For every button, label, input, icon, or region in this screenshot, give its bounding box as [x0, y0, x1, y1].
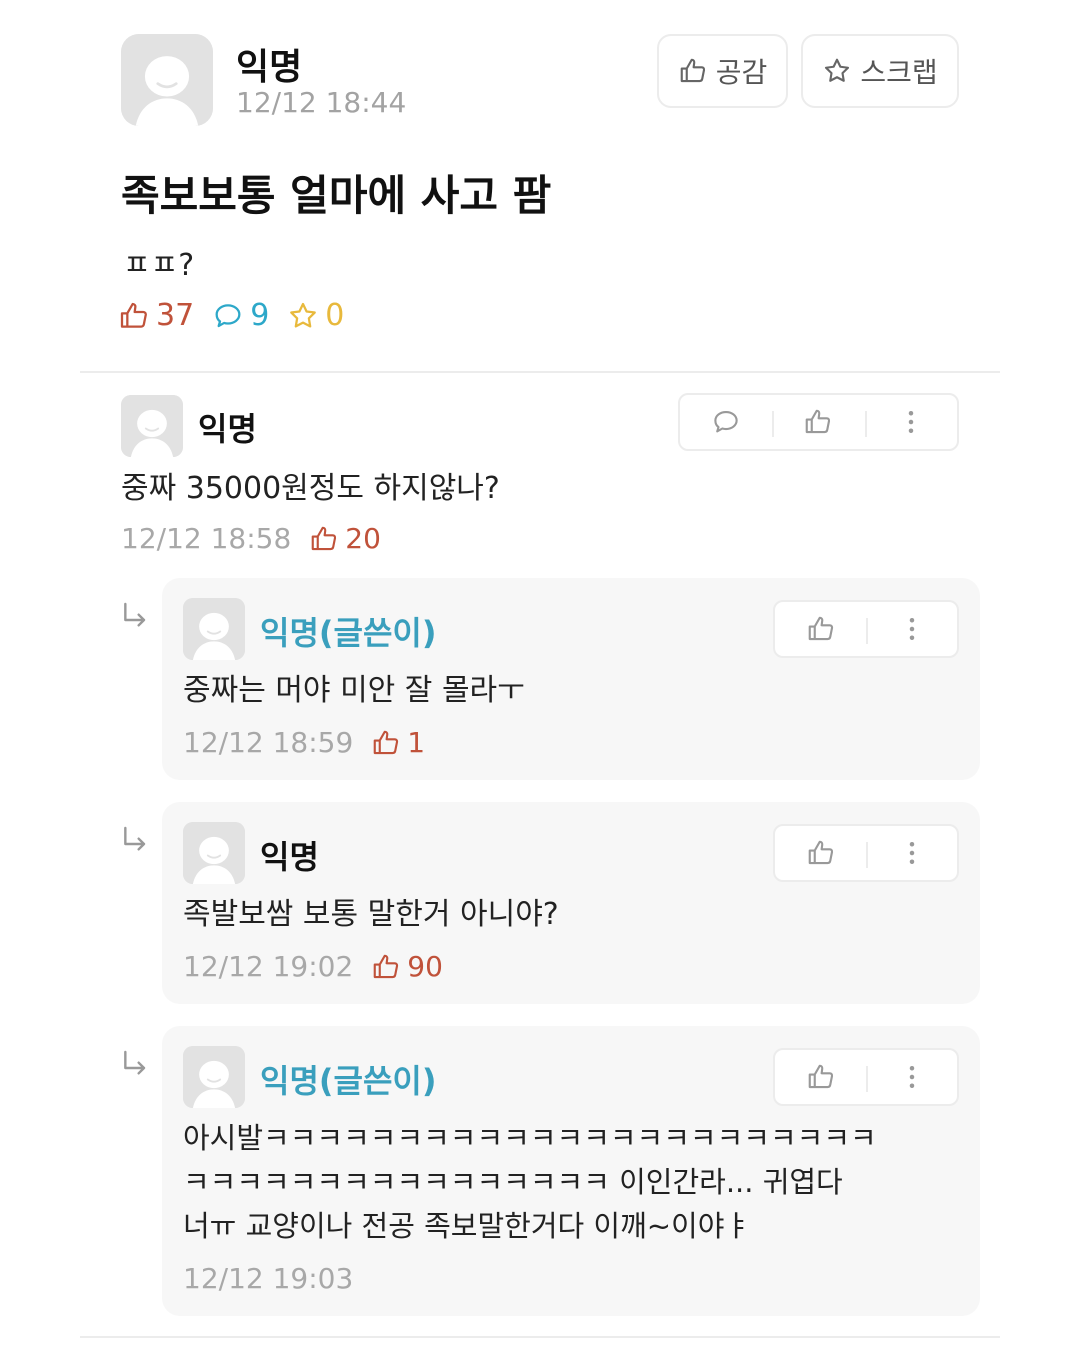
- comment-like-button[interactable]: [772, 395, 864, 449]
- reply-avatar: [183, 598, 245, 660]
- thumbs-up-icon: [806, 1062, 836, 1092]
- reply-like-stat: 90: [371, 950, 443, 983]
- thumbs-up-icon: [806, 614, 836, 644]
- reply-action-bar: [773, 824, 959, 882]
- reply-author: 익명(글쓴이): [260, 614, 437, 652]
- post-like-count: 37: [156, 298, 195, 333]
- thumbs-up-icon: [309, 524, 339, 554]
- reply-like-stat: 1: [371, 726, 425, 759]
- reply-more-button[interactable]: [866, 826, 957, 880]
- comment-more-button[interactable]: [864, 395, 957, 449]
- bottom-divider: [80, 1336, 1000, 1338]
- avatar-icon: [183, 1046, 245, 1108]
- post-divider: [80, 371, 1000, 373]
- reply-action-bar: [773, 600, 959, 658]
- reply-like-count: 90: [407, 950, 443, 983]
- post-body: ㅍㅍ?: [123, 248, 195, 283]
- avatar-icon: [183, 598, 245, 660]
- reply-text-line: 너ㅠ 교양이나 전공 족보말한거다 이깨~이야ㅑ: [183, 1209, 752, 1243]
- reply-like-button[interactable]: [775, 826, 866, 880]
- comment-reply-button[interactable]: [680, 395, 772, 449]
- comment-meta: 12/12 18:58 20: [121, 522, 381, 555]
- thumbs-up-icon: [678, 56, 708, 86]
- more-vertical-icon: [897, 1062, 927, 1092]
- post-timestamp: 12/12 18:44: [236, 86, 407, 119]
- post-author-avatar: [121, 34, 213, 126]
- comment-author: 익명: [198, 410, 257, 448]
- thumbs-up-icon: [371, 728, 401, 758]
- reply-meta: 12/12 18:59 1: [183, 726, 425, 759]
- reply-arrow-icon: [120, 600, 152, 632]
- comment-avatar: [121, 395, 183, 457]
- reply-like-button[interactable]: [775, 1050, 866, 1104]
- avatar-icon: [121, 34, 213, 126]
- post-like-button-label: 공감: [715, 56, 768, 89]
- reply-arrow-icon: [120, 1048, 152, 1080]
- post-comment-stat: 9: [212, 298, 269, 333]
- thumbs-up-icon: [118, 300, 150, 332]
- reply-text-line: ㅋㅋㅋㅋㅋㅋㅋㅋㅋㅋㅋㅋㅋㅋㅋㅋ 이인간라... 귀엽다: [183, 1165, 843, 1199]
- comment-timestamp: 12/12 18:58: [121, 522, 292, 555]
- more-vertical-icon: [897, 838, 927, 868]
- reply-like-button[interactable]: [775, 602, 866, 656]
- thumbs-up-icon: [371, 952, 401, 982]
- post-author-name: 익명: [236, 47, 303, 88]
- post-like-stat: 37: [118, 298, 194, 333]
- speech-bubble-icon: [711, 407, 741, 437]
- reply-like-count: 1: [407, 726, 426, 759]
- comment-action-bar: [678, 393, 959, 451]
- reply-more-button[interactable]: [866, 602, 957, 656]
- star-icon: [287, 300, 319, 332]
- reply-meta: 12/12 19:02 90: [183, 950, 443, 983]
- reply-timestamp: 12/12 19:02: [183, 950, 354, 983]
- post-comment-count: 9: [250, 298, 270, 333]
- more-vertical-icon: [897, 614, 927, 644]
- reply-text-line: 아시발ㅋㅋㅋㅋㅋㅋㅋㅋㅋㅋㅋㅋㅋㅋㅋㅋㅋㅋㅋㅋㅋㅋㅋ: [183, 1121, 877, 1155]
- reply-avatar: [183, 1046, 245, 1108]
- reply-action-bar: [773, 1048, 959, 1106]
- reply-text: 족발보쌈 보통 말한거 아니야?: [183, 897, 559, 932]
- comment-like-stat: 20: [309, 522, 381, 555]
- comment-like-count: 20: [345, 522, 381, 555]
- star-icon: [822, 56, 852, 86]
- thumbs-up-icon: [806, 838, 836, 868]
- post-like-button[interactable]: 공감: [657, 34, 788, 108]
- reply-author: 익명: [260, 838, 319, 876]
- post-scrap-button[interactable]: 스크랩: [801, 34, 959, 108]
- avatar-icon: [183, 822, 245, 884]
- speech-bubble-icon: [212, 300, 244, 332]
- reply-text: 중짜는 머야 미안 잘 몰라ㅜ: [183, 673, 525, 708]
- post-scrap-button-label: 스크랩: [860, 56, 938, 89]
- reply-timestamp: 12/12 19:03: [183, 1262, 354, 1295]
- reply-arrow-icon: [120, 824, 152, 856]
- post-scrap-stat: 0: [287, 298, 344, 333]
- reply-avatar: [183, 822, 245, 884]
- post-scrap-count: 0: [325, 298, 345, 333]
- post-stats: 37 9 0: [118, 298, 362, 333]
- avatar-icon: [121, 395, 183, 457]
- reply-timestamp: 12/12 18:59: [183, 726, 354, 759]
- reply-author: 익명(글쓴이): [260, 1062, 437, 1100]
- thumbs-up-icon: [803, 407, 833, 437]
- reply-meta: 12/12 19:03: [183, 1262, 353, 1295]
- comment-text: 중짜 35000원정도 하지않나?: [121, 471, 500, 506]
- reply-more-button[interactable]: [866, 1050, 957, 1104]
- more-vertical-icon: [896, 407, 926, 437]
- post-title: 족보보통 얼마에 사고 팜: [121, 171, 552, 220]
